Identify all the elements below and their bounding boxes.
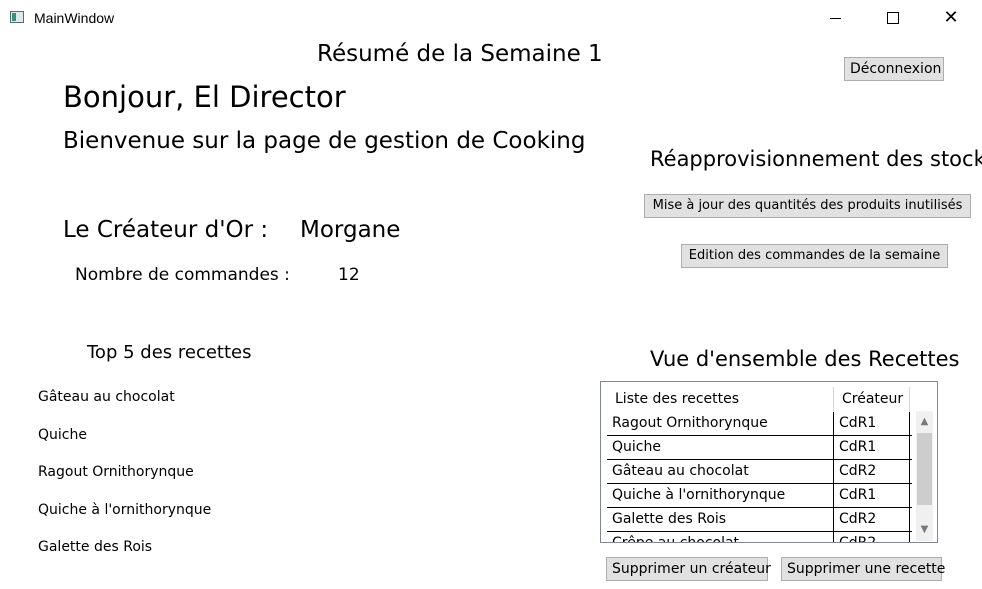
recipe-cell[interactable]: Quiche à l'ornithorynque <box>607 484 834 507</box>
recipes-overview-title: Vue d'ensemble des Recettes <box>650 347 960 371</box>
greeting: Bonjour, El Director <box>63 80 346 114</box>
column-header-recipes[interactable]: Liste des recettes <box>607 387 834 412</box>
update-quantities-button[interactable]: Mise à jour des quantités des produits i… <box>644 194 971 218</box>
top-recipe-item: Quiche <box>38 427 87 443</box>
delete-creator-button[interactable]: Supprimer un créateur <box>606 557 771 581</box>
recipe-cell[interactable]: Crêpe au chocolat <box>607 532 834 542</box>
grid-header: Liste des recettes Créateur <box>607 387 910 412</box>
orders-count-label: Nombre de commandes : <box>75 265 290 285</box>
window-title: MainWindow <box>34 10 115 26</box>
edit-orders-button[interactable]: Edition des commandes de la semaine <box>681 244 948 268</box>
scroll-up-icon[interactable]: ▲ <box>916 411 933 433</box>
recipes-grid[interactable]: Liste des recettes Créateur Ragout Ornit… <box>600 381 938 543</box>
logout-button[interactable]: Déconnexion <box>844 57 944 81</box>
table-row[interactable]: Crêpe au chocolat CdR2 <box>607 532 912 542</box>
page-title: Résumé de la Semaine 1 <box>317 41 603 67</box>
golden-creator-label: Le Créateur d'Or : <box>63 217 269 243</box>
orders-count-value: 12 <box>338 265 360 285</box>
close-button[interactable]: ✕ <box>922 0 980 36</box>
scroll-thumb[interactable] <box>917 433 932 505</box>
title-bar: MainWindow ✕ <box>0 0 982 36</box>
grid-scrollbar[interactable]: ▲ ▼ <box>916 411 933 541</box>
creator-cell[interactable]: CdR1 <box>834 412 910 435</box>
top-recipe-item: Gâteau au chocolat <box>38 389 175 405</box>
recipe-cell[interactable]: Gâteau au chocolat <box>607 460 834 483</box>
delete-recipe-button[interactable]: Supprimer une recette <box>781 557 945 581</box>
golden-creator-name: Morgane <box>300 217 401 243</box>
top-recipe-item: Ragout Ornithorynque <box>38 464 194 480</box>
minimize-button[interactable] <box>806 0 864 36</box>
restock-title: Réapprovisionnement des stocks <box>650 147 982 171</box>
top-recipes-title: Top 5 des recettes <box>87 342 252 363</box>
table-row[interactable]: Gâteau au chocolat CdR2 <box>607 460 912 484</box>
app-icon <box>10 11 24 23</box>
recipe-cell[interactable]: Ragout Ornithorynque <box>607 412 834 435</box>
top-recipe-item: Galette des Rois <box>38 539 153 555</box>
minimize-icon <box>829 17 841 19</box>
creator-cell[interactable]: CdR1 <box>834 484 910 507</box>
table-row[interactable]: Quiche CdR1 <box>607 436 912 460</box>
recipe-cell[interactable]: Quiche <box>607 436 834 459</box>
table-row[interactable]: Quiche à l'ornithorynque CdR1 <box>607 484 912 508</box>
table-row[interactable]: Ragout Ornithorynque CdR1 <box>607 412 912 436</box>
column-header-creator[interactable]: Créateur <box>834 387 910 412</box>
close-icon: ✕ <box>943 7 959 28</box>
top-recipe-item: Quiche à l'ornithorynque <box>38 502 212 518</box>
recipe-cell[interactable]: Galette des Rois <box>607 508 834 531</box>
maximize-button[interactable] <box>864 0 922 36</box>
table-row[interactable]: Galette des Rois CdR2 <box>607 508 912 532</box>
creator-cell[interactable]: CdR2 <box>834 508 910 531</box>
scroll-down-icon[interactable]: ▼ <box>916 519 933 541</box>
creator-cell[interactable]: CdR2 <box>834 460 910 483</box>
creator-cell[interactable]: CdR1 <box>834 436 910 459</box>
grid-body: Ragout Ornithorynque CdR1 Quiche CdR1 Gâ… <box>607 412 912 542</box>
creator-cell[interactable]: CdR2 <box>834 532 910 542</box>
maximize-icon <box>887 12 899 24</box>
welcome-text: Bienvenue sur la page de gestion de Cook… <box>63 128 586 154</box>
